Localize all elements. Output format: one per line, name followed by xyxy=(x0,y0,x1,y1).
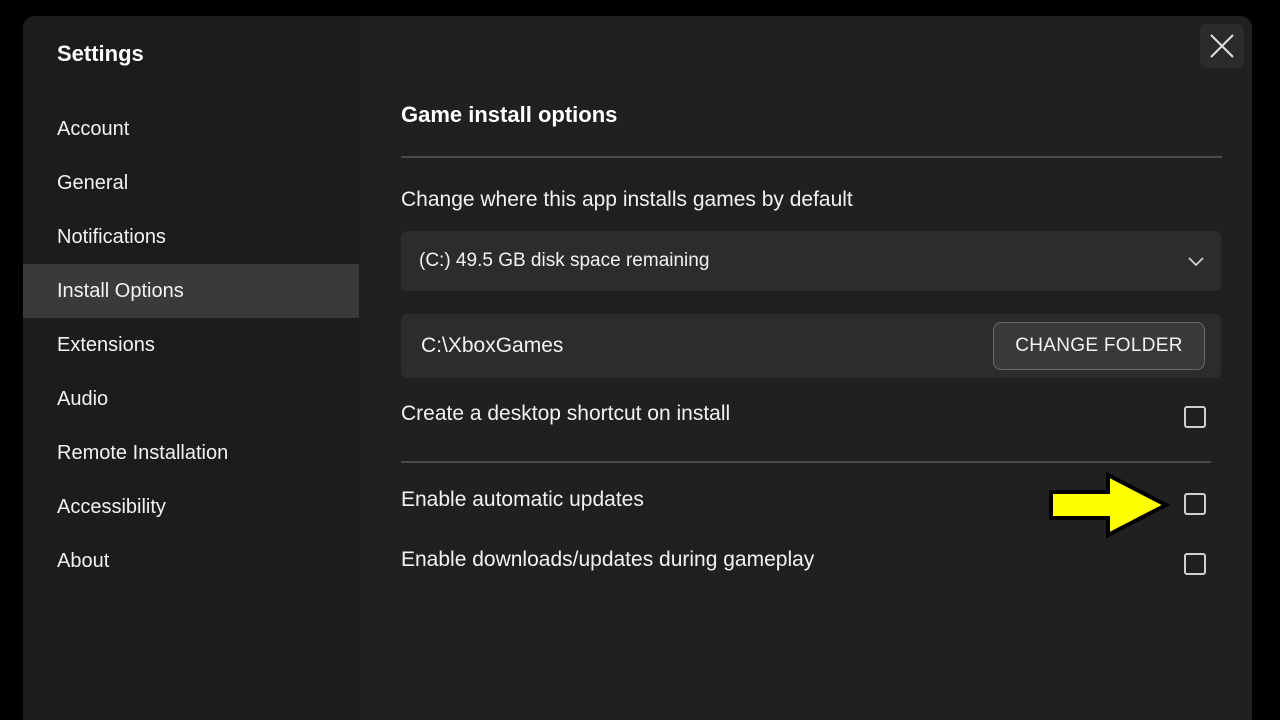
sidebar-item-notifications[interactable]: Notifications xyxy=(23,210,359,264)
sidebar-title: Settings xyxy=(57,41,144,66)
option-label-downloads-during-gameplay: Enable downloads/updates during gameplay xyxy=(401,548,815,571)
settings-sidebar: Settings Account General Notifications I… xyxy=(23,16,359,720)
settings-window: Settings Account General Notifications I… xyxy=(23,16,1252,720)
drive-dropdown-value: (C:) 49.5 GB disk space remaining xyxy=(419,250,710,271)
sidebar-item-accessibility[interactable]: Accessibility xyxy=(23,480,359,534)
close-button[interactable] xyxy=(1200,24,1244,68)
sidebar-item-account[interactable]: Account xyxy=(23,102,359,156)
section-divider xyxy=(401,156,1222,158)
sidebar-item-audio[interactable]: Audio xyxy=(23,372,359,426)
install-path-box: C:\XboxGames CHANGE FOLDER xyxy=(401,314,1221,378)
automatic-updates-checkbox[interactable] xyxy=(1184,493,1206,515)
desktop-shortcut-checkbox[interactable] xyxy=(1184,406,1206,428)
sidebar-item-extensions[interactable]: Extensions xyxy=(23,318,359,372)
option-label-desktop-shortcut: Create a desktop shortcut on install xyxy=(401,402,731,425)
drive-dropdown[interactable]: (C:) 49.5 GB disk space remaining xyxy=(401,231,1221,291)
section-title: Game install options xyxy=(401,102,618,127)
arrow-right-icon xyxy=(1049,472,1171,538)
downloads-during-gameplay-checkbox[interactable] xyxy=(1184,553,1206,575)
options-divider xyxy=(401,461,1211,463)
change-folder-button[interactable]: CHANGE FOLDER xyxy=(993,322,1205,370)
sidebar-item-remote-installation[interactable]: Remote Installation xyxy=(23,426,359,480)
sidebar-item-about[interactable]: About xyxy=(23,534,359,588)
close-icon xyxy=(1210,34,1234,58)
install-path-value: C:\XboxGames xyxy=(421,334,564,357)
chevron-down-icon xyxy=(1188,257,1204,267)
sidebar-item-install-options[interactable]: Install Options xyxy=(23,264,359,318)
sidebar-item-general[interactable]: General xyxy=(23,156,359,210)
settings-main-panel: Game install options Change where this a… xyxy=(359,16,1252,720)
install-location-label: Change where this app installs games by … xyxy=(401,188,853,211)
option-label-automatic-updates: Enable automatic updates xyxy=(401,488,644,511)
